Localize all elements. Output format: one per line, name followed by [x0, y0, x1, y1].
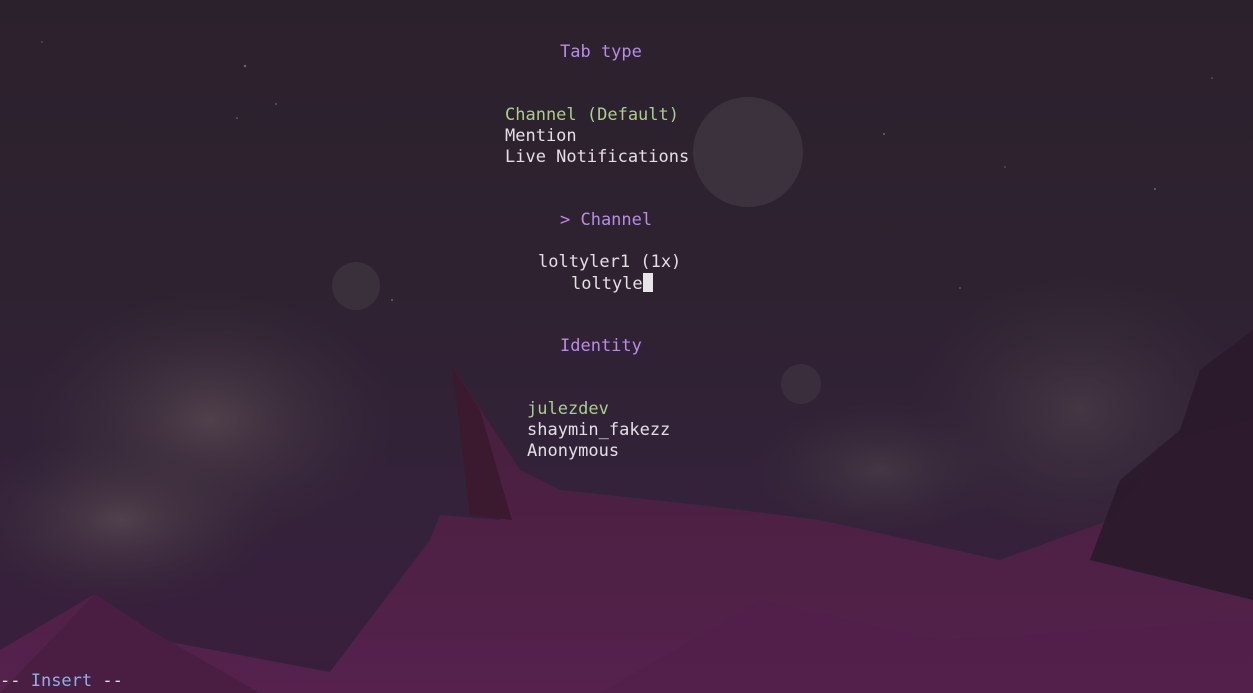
identity-option-anonymous[interactable]: Anonymous	[527, 441, 619, 462]
tab-type-option-live-notifications[interactable]: Live Notifications	[505, 147, 689, 168]
status-line: -- Insert --	[0, 671, 123, 692]
channel-heading: > Channel	[560, 210, 653, 230]
channel-suggestion[interactable]: loltyler1 (1x)	[538, 252, 681, 273]
channel-input[interactable]: loltyle	[571, 273, 653, 294]
text-cursor	[642, 273, 653, 292]
identity-option-julezdev[interactable]: julezdev	[527, 399, 609, 420]
tab-type-heading: Tab type	[560, 42, 642, 62]
identity-option-shaymin-fakezz[interactable]: shaymin_fakezz	[527, 420, 670, 441]
tab-type-option-mention[interactable]: Mention	[505, 126, 577, 147]
mode-indicator: Insert	[30, 671, 93, 691]
tab-type-option-channel[interactable]: Channel (Default)	[505, 105, 679, 126]
status-prefix: --	[0, 671, 31, 691]
status-suffix: --	[92, 671, 123, 691]
identity-heading: Identity	[560, 336, 642, 356]
channel-input-value: loltyle	[571, 274, 643, 294]
